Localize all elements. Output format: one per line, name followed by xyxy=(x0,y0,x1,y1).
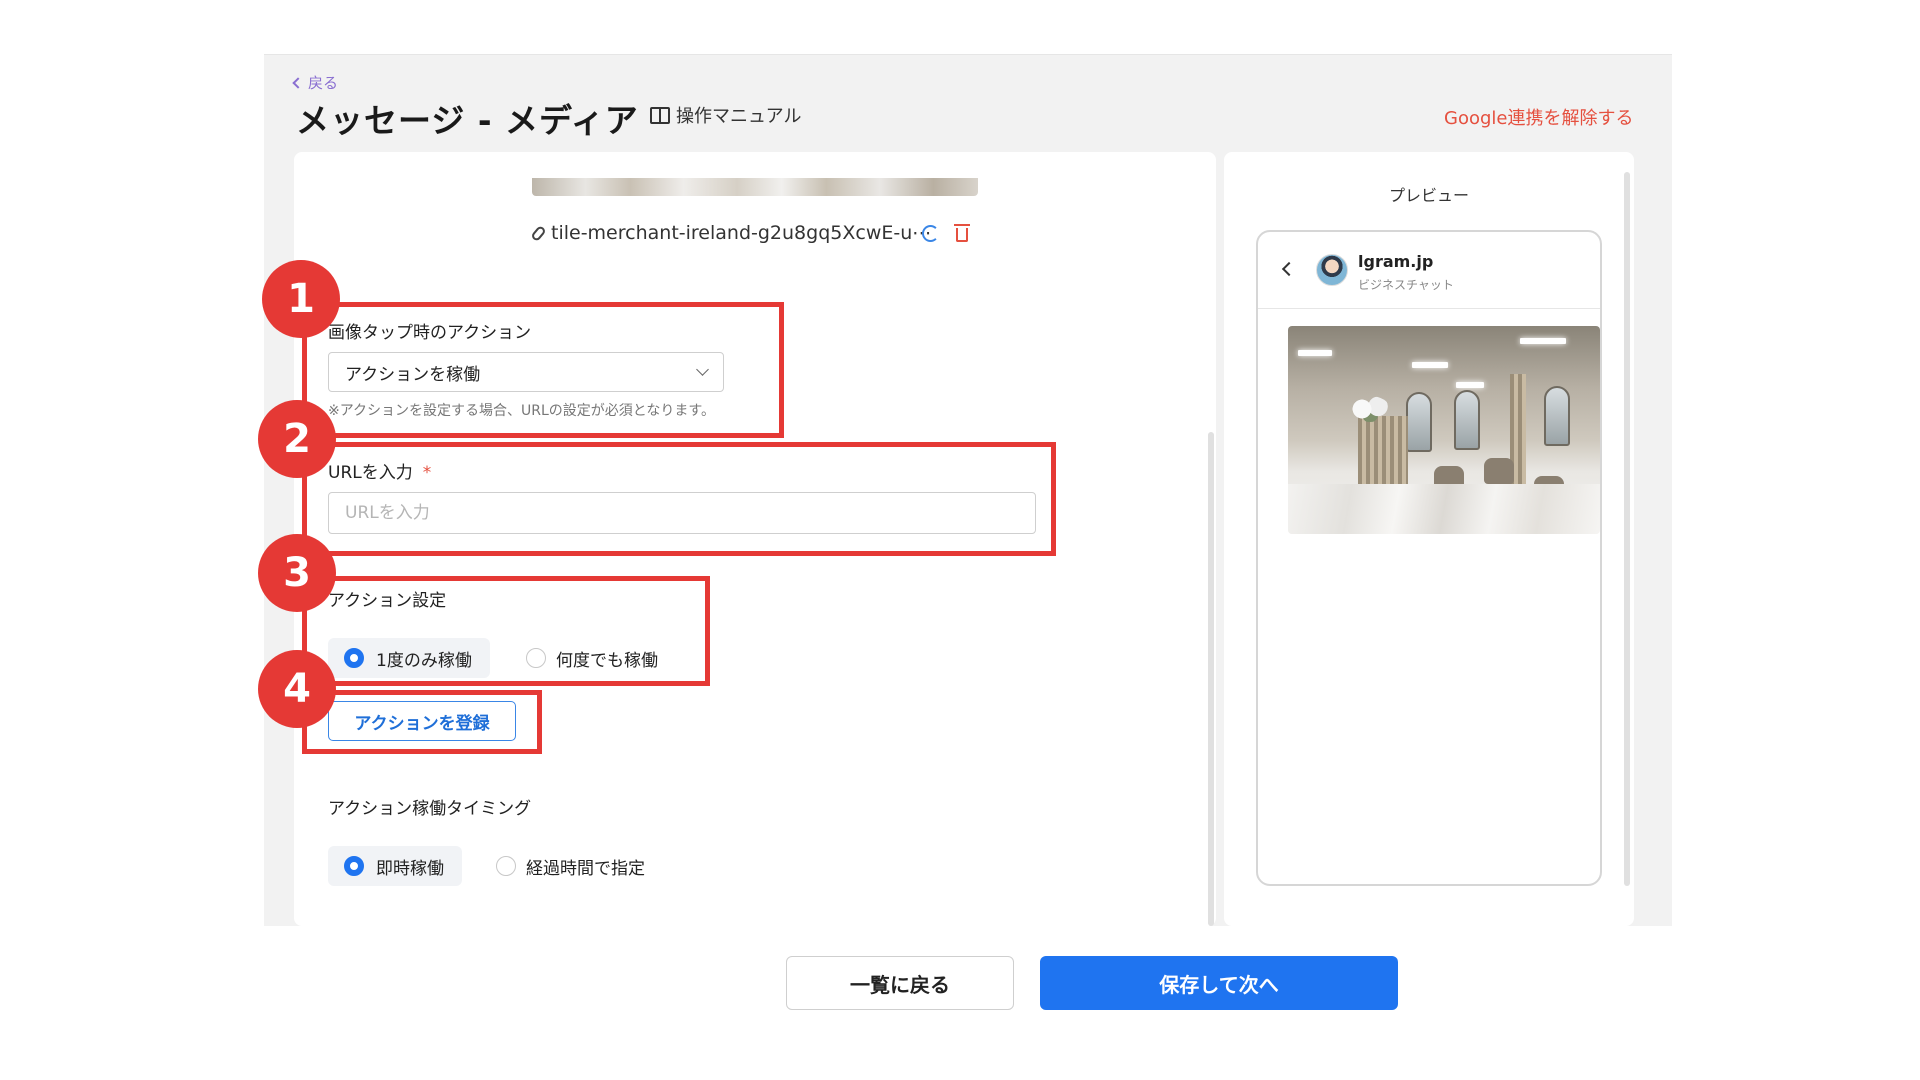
annotation-badge-4: 4 xyxy=(258,650,336,728)
annotation-badge-1: 1 xyxy=(262,260,340,338)
annotation-badge-3: 3 xyxy=(258,534,336,612)
radio-immediate-label: 即時稼働 xyxy=(376,858,444,879)
chevron-left-icon xyxy=(292,76,304,89)
radio-elapsed[interactable]: 経過時間で指定 xyxy=(496,846,645,886)
page-title: メッセージ - メディア xyxy=(296,101,639,140)
preview-image xyxy=(1288,326,1600,534)
timing-label: アクション稼働タイミング xyxy=(328,799,532,819)
manual-link[interactable]: 操作マニュアル xyxy=(650,102,801,128)
save-and-next-button[interactable]: 保存して次へ xyxy=(1040,956,1398,1010)
chat-account-subtitle: ビジネスチャット xyxy=(1358,278,1454,292)
avatar xyxy=(1316,254,1348,286)
radio-immediate[interactable]: 即時稼働 xyxy=(328,846,462,886)
book-icon xyxy=(650,106,670,124)
media-filename: tile-merchant-ireland-g2u8gq5XcwE-u⋯ xyxy=(530,222,932,244)
radio-unselected-icon xyxy=(496,856,516,876)
form-scrollbar[interactable] xyxy=(1208,432,1214,926)
refresh-icon[interactable] xyxy=(922,225,939,242)
manual-link-label: 操作マニュアル xyxy=(676,106,802,127)
highlight-box-4 xyxy=(302,690,542,754)
highlight-box-1 xyxy=(302,302,784,438)
back-link[interactable]: 戻る xyxy=(292,72,339,93)
chat-account-name: lgram.jp xyxy=(1358,252,1434,271)
back-to-list-button[interactable]: 一覧に戻る xyxy=(786,956,1014,1010)
preview-scrollbar[interactable] xyxy=(1624,172,1630,886)
back-link-label: 戻る xyxy=(308,74,339,92)
radio-selected-icon xyxy=(344,856,364,876)
highlight-box-2 xyxy=(302,442,1056,556)
media-image-thumbnail xyxy=(532,178,978,196)
radio-elapsed-label: 経過時間で指定 xyxy=(526,858,645,879)
phone-header-divider xyxy=(1258,308,1600,309)
highlight-box-3 xyxy=(302,576,710,686)
preview-title: プレビュー xyxy=(1388,186,1469,205)
media-filename-text: tile-merchant-ireland-g2u8gq5XcwE-u⋯ xyxy=(551,222,932,244)
trash-icon[interactable] xyxy=(954,224,970,242)
annotation-badge-2: 2 xyxy=(258,400,336,478)
google-unlink-link[interactable]: Google連携を解除する xyxy=(1444,104,1633,130)
